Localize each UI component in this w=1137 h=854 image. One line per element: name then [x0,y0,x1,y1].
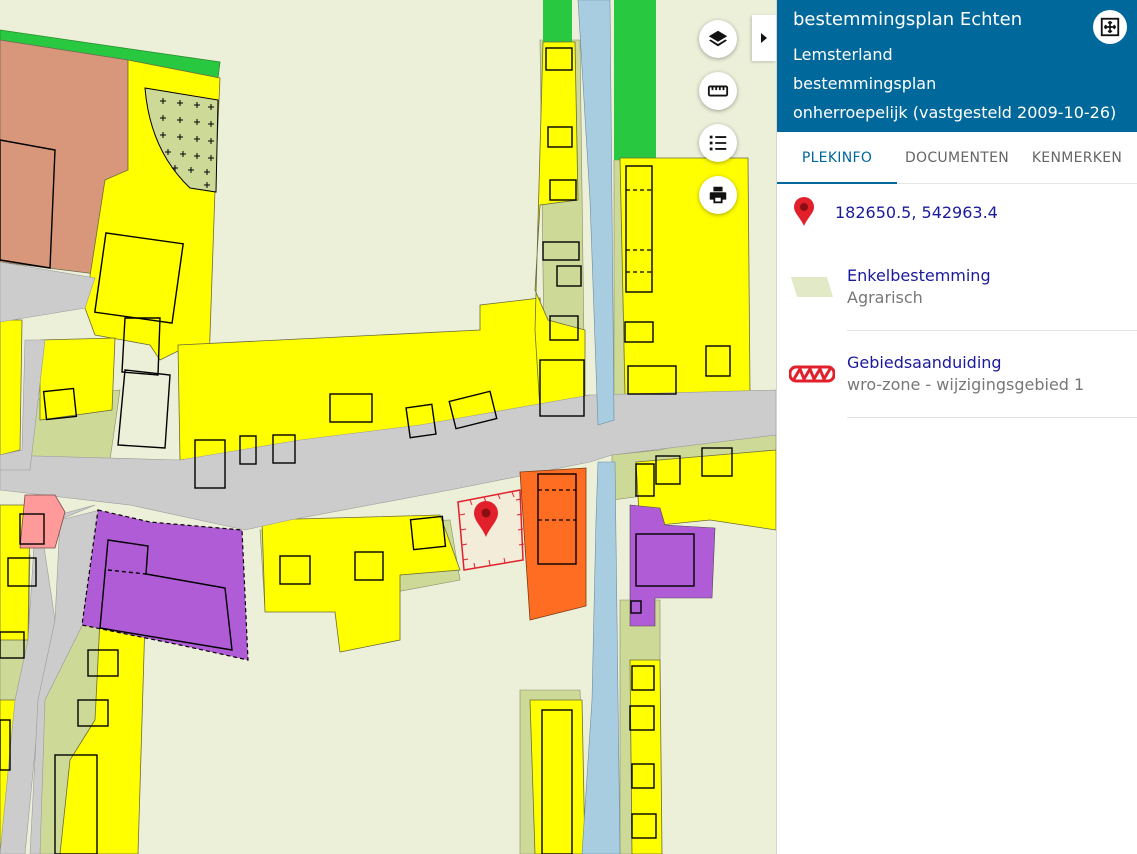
layers-icon [708,30,728,47]
legend-button[interactable] [699,124,737,162]
chevron-right-icon [761,33,767,43]
collapse-panel-button[interactable] [752,15,776,61]
legend-list-icon [709,135,727,151]
coordinates-text[interactable]: 182650.5, 542963.4 [835,203,998,222]
item-title[interactable]: Gebiedsaanduiding [847,352,1084,374]
wro-zone-swatch [789,362,835,386]
ruler-icon [707,85,729,97]
fullscreen-button[interactable] [1093,10,1127,44]
groen-strip [614,0,656,160]
measure-button[interactable] [699,72,737,110]
print-icon [709,186,727,204]
plan-title: bestemmingsplan Echten [793,9,1023,30]
layers-button[interactable] [699,20,737,58]
plan-status: onherroepelijk (vastgesteld 2009-10-26) [793,103,1117,122]
print-button[interactable] [699,176,737,214]
coordinate-row: 182650.5, 542963.4 [777,184,1137,240]
groen-strip [543,0,572,42]
item-subtitle: Agrarisch [847,288,923,307]
gebiedsaanduiding-item[interactable]: Gebiedsaanduiding wro-zone - wijzigingsg… [777,331,1137,417]
agrarisch-swatch [789,275,835,299]
tab-kenmerken[interactable]: KENMERKEN [1017,132,1137,183]
enkelbestemming-item[interactable]: Enkelbestemming Agrarisch [777,244,1137,330]
panel-header: bestemmingsplan Echten Lemsterland beste… [777,0,1137,132]
info-panel: bestemmingsplan Echten Lemsterland beste… [776,0,1137,854]
tab-documenten[interactable]: DOCUMENTEN [897,132,1017,183]
item-title[interactable]: Enkelbestemming [847,265,991,287]
fullscreen-icon [1100,17,1120,37]
item-subtitle: wro-zone - wijzigingsgebied 1 [847,375,1085,394]
municipality: Lemsterland [793,45,893,64]
map-pin-icon [794,197,814,226]
panel-tabs: PLEKINFO DOCUMENTEN KENMERKEN [777,132,1137,184]
tab-plekinfo[interactable]: PLEKINFO [777,132,897,184]
map-view[interactable] [0,0,776,854]
plan-type: bestemmingsplan [793,74,937,93]
plan-map[interactable] [0,0,776,854]
divider [847,417,1137,418]
